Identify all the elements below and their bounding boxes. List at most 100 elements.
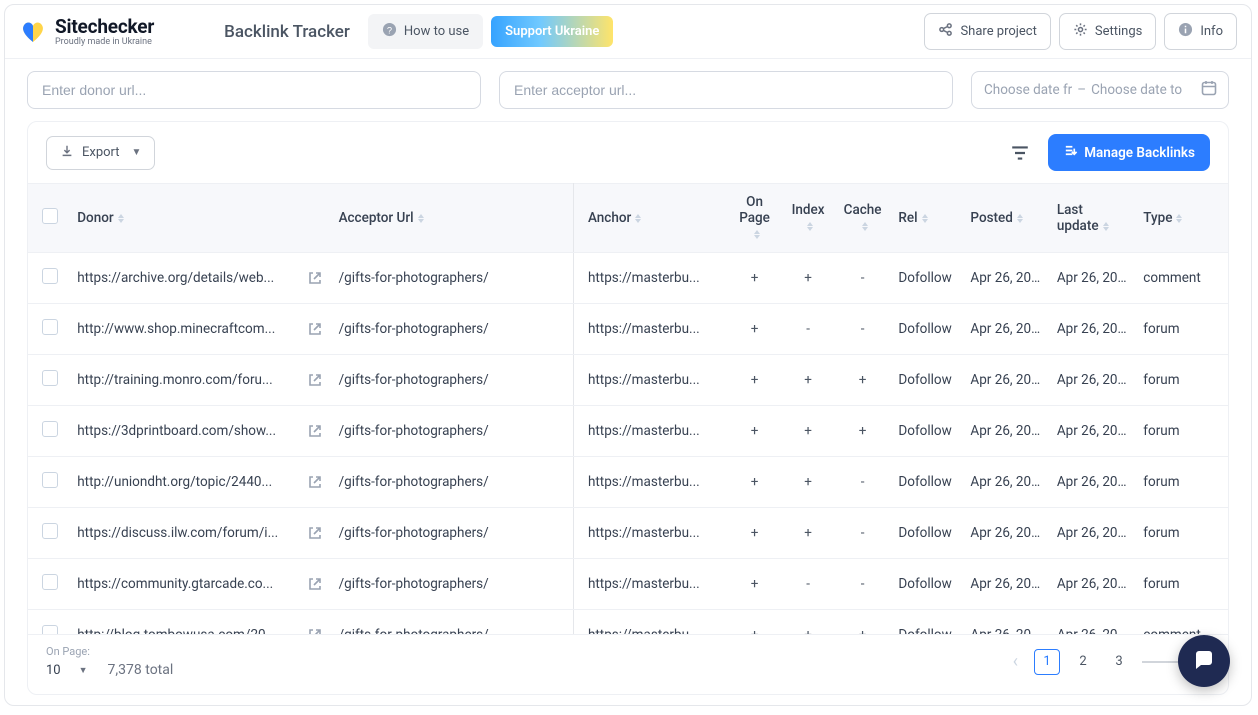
donor-url[interactable]: http://blog.tombowusa.com/20... [77, 627, 298, 634]
pagination-page-3[interactable]: 3 [1106, 649, 1132, 675]
cell-acceptor[interactable]: /gifts-for-photographers/ [331, 508, 574, 559]
cell-anchor[interactable]: https://masterbu... [573, 355, 727, 406]
cell-posted: Apr 26, 2022 [962, 508, 1048, 559]
external-link-icon[interactable] [307, 525, 323, 541]
cell-anchor[interactable]: https://masterbu... [573, 253, 727, 304]
date-from-placeholder: Choose date fr [984, 82, 1072, 98]
cell-acceptor[interactable]: /gifts-for-photographers/ [331, 253, 574, 304]
cell-index: + [781, 253, 835, 304]
date-range-picker[interactable]: Choose date fr – Choose date to [971, 71, 1229, 109]
support-ukraine-label: Support Ukraine [505, 24, 599, 39]
donor-url[interactable]: http://www.shop.minecraftcom... [77, 321, 298, 337]
svg-text:?: ? [387, 25, 392, 35]
gear-icon [1073, 22, 1088, 41]
settings-button[interactable]: Settings [1059, 13, 1156, 50]
cell-index: - [781, 559, 835, 610]
cell-anchor[interactable]: https://masterbu... [573, 304, 727, 355]
cell-anchor[interactable]: https://masterbu... [573, 406, 727, 457]
column-header-cache[interactable]: Cache [835, 184, 891, 253]
cell-acceptor[interactable]: /gifts-for-photographers/ [331, 457, 574, 508]
select-all-checkbox[interactable] [42, 208, 58, 224]
sort-icon [1176, 214, 1182, 224]
cell-acceptor[interactable]: /gifts-for-photographers/ [331, 355, 574, 406]
donor-url[interactable]: https://3dprintboard.com/show... [77, 423, 298, 439]
info-label: Info [1200, 24, 1223, 39]
table-row: http://blog.tombowusa.com/20... /gifts-fo… [28, 610, 1228, 635]
chat-button[interactable] [1178, 635, 1230, 687]
row-checkbox[interactable] [42, 523, 58, 539]
donor-url[interactable]: https://community.gtarcade.co... [77, 576, 298, 592]
donor-url[interactable]: https://discuss.ilw.com/forum/i... [77, 525, 298, 541]
sort-icon [118, 214, 124, 224]
row-checkbox[interactable] [42, 268, 58, 284]
donor-url[interactable]: https://archive.org/details/web... [77, 270, 298, 286]
external-link-icon[interactable] [307, 627, 323, 634]
external-link-icon[interactable] [307, 321, 323, 337]
donor-url[interactable]: http://uniondht.org/topic/2440... [77, 474, 298, 490]
cell-index: + [781, 406, 835, 457]
sort-icon [1103, 222, 1109, 232]
external-link-icon[interactable] [307, 270, 323, 286]
acceptor-url-input[interactable] [499, 71, 953, 109]
pagination-page-2[interactable]: 2 [1070, 649, 1096, 675]
cell-acceptor[interactable]: /gifts-for-photographers/ [331, 406, 574, 457]
info-icon [1178, 22, 1193, 41]
column-header-acceptor[interactable]: Acceptor Url [331, 184, 574, 253]
sort-icon [635, 214, 641, 224]
pagination-prev[interactable]: ‹ [1007, 651, 1024, 672]
manage-backlinks-button[interactable]: Manage Backlinks [1048, 134, 1210, 171]
cell-anchor[interactable]: https://masterbu... [573, 559, 727, 610]
cell-cache: - [835, 508, 891, 559]
cell-anchor[interactable]: https://masterbu... [573, 457, 727, 508]
cell-onpage: + [728, 610, 782, 635]
share-project-button[interactable]: Share project [924, 13, 1050, 50]
column-header-onpage[interactable]: On Page [728, 184, 782, 253]
cell-updated: Apr 26, 2022 [1049, 355, 1135, 406]
filter-button[interactable] [1004, 137, 1036, 169]
column-header-checkbox[interactable] [28, 184, 71, 253]
table-footer: On Page: 10 ▼ 7,378 total ‹ 1 2 3 738 [28, 634, 1228, 694]
pagination-page-1[interactable]: 1 [1034, 649, 1060, 675]
sort-icon [807, 222, 813, 232]
external-link-icon[interactable] [307, 372, 323, 388]
column-header-index[interactable]: Index [781, 184, 835, 253]
info-button[interactable]: Info [1164, 13, 1237, 50]
row-checkbox[interactable] [42, 319, 58, 335]
export-button[interactable]: Export ▼ [46, 136, 155, 170]
cell-acceptor[interactable]: /gifts-for-photographers/ [331, 610, 574, 635]
external-link-icon[interactable] [307, 423, 323, 439]
cell-rel: Dofollow [890, 355, 962, 406]
column-header-anchor[interactable]: Anchor [573, 184, 727, 253]
column-header-updated[interactable]: Last update [1049, 184, 1135, 253]
external-link-icon[interactable] [307, 474, 323, 490]
donor-url[interactable]: http://training.monro.com/foru... [77, 372, 298, 388]
cell-posted: Apr 26, 2022 [962, 253, 1048, 304]
page-size-select[interactable]: 10 ▼ [46, 663, 88, 678]
cell-anchor[interactable]: https://masterbu... [573, 610, 727, 635]
cell-rel: Dofollow [890, 610, 962, 635]
table-row: https://community.gtarcade.co... /gifts-f… [28, 559, 1228, 610]
row-checkbox[interactable] [42, 625, 58, 634]
column-header-posted[interactable]: Posted [962, 184, 1048, 253]
cell-rel: Dofollow [890, 559, 962, 610]
row-checkbox[interactable] [42, 370, 58, 386]
cell-cache: - [835, 559, 891, 610]
cell-acceptor[interactable]: /gifts-for-photographers/ [331, 304, 574, 355]
row-checkbox[interactable] [42, 574, 58, 590]
how-to-use-button[interactable]: ? How to use [368, 14, 483, 49]
cell-anchor[interactable]: https://masterbu... [573, 508, 727, 559]
brand-logo[interactable]: Sitechecker Proudly made in Ukraine [19, 17, 154, 47]
column-header-type[interactable]: Type [1135, 184, 1228, 253]
cell-acceptor[interactable]: /gifts-for-photographers/ [331, 559, 574, 610]
table-row: https://3dprintboard.com/show... /gifts-f… [28, 406, 1228, 457]
donor-url-input[interactable] [27, 71, 481, 109]
column-header-rel[interactable]: Rel [890, 184, 962, 253]
chat-icon [1192, 649, 1216, 673]
external-link-icon[interactable] [307, 576, 323, 592]
row-checkbox[interactable] [42, 472, 58, 488]
support-ukraine-button[interactable]: Support Ukraine [491, 16, 613, 47]
app-header: Sitechecker Proudly made in Ukraine Back… [5, 5, 1251, 59]
column-header-donor[interactable]: Donor [71, 184, 330, 253]
row-checkbox[interactable] [42, 421, 58, 437]
table-row: http://uniondht.org/topic/2440... /gifts-… [28, 457, 1228, 508]
